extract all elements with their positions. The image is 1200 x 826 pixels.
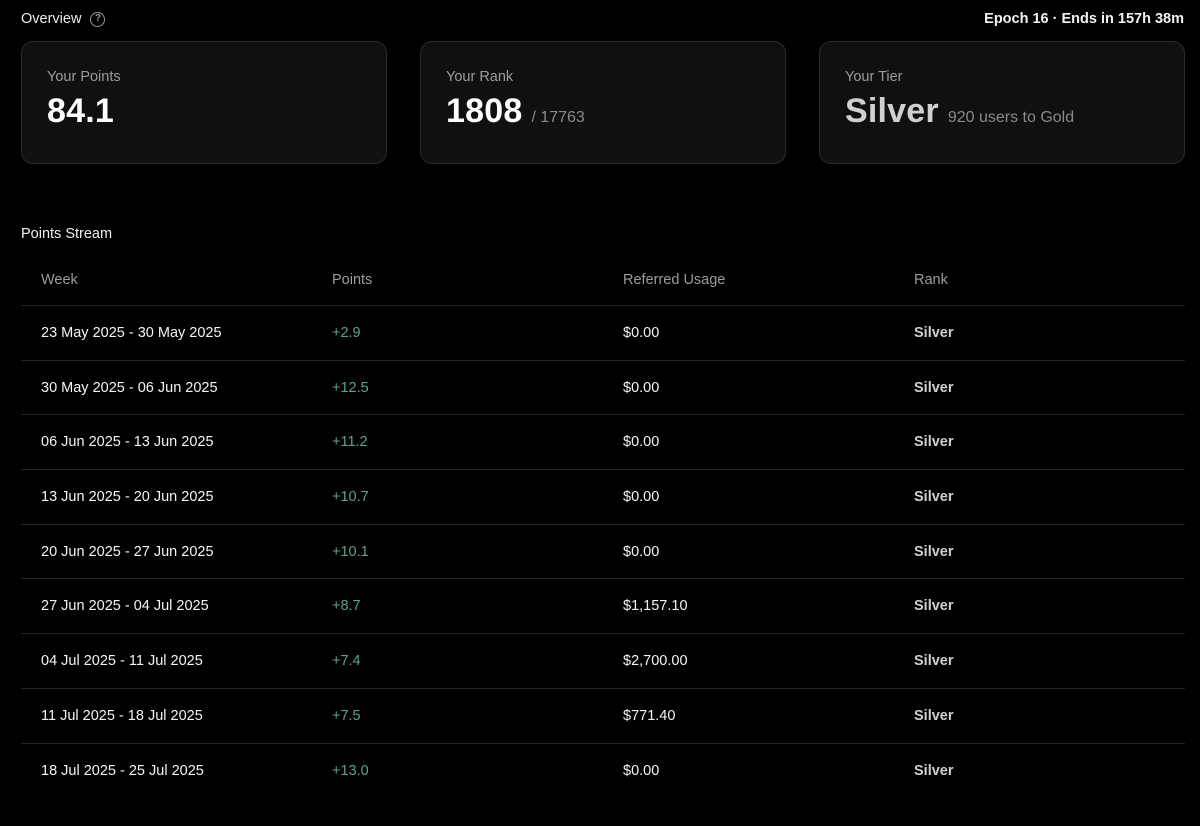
epoch-countdown: Epoch 16 · Ends in 157h 38m	[984, 11, 1184, 27]
rank-cell: Silver	[914, 762, 954, 779]
tier-card: Your Tier Silver 920 users to Gold	[819, 41, 1185, 164]
table-row: 13 Jun 2025 - 20 Jun 2025 +10.7 $0.00 Si…	[21, 470, 1185, 525]
points-stream-title: Points Stream	[21, 226, 113, 242]
week-cell: 30 May 2025 - 06 Jun 2025	[41, 379, 218, 396]
referred-usage-cell: $0.00	[623, 762, 660, 779]
header: Overview ? Epoch 16 · Ends in 157h 38m	[21, 8, 1184, 30]
table-row: 30 May 2025 - 06 Jun 2025 +12.5 $0.00 Si…	[21, 361, 1185, 416]
column-header-referred-usage: Referred Usage	[623, 271, 726, 288]
referred-usage-cell: $0.00	[623, 543, 660, 560]
overview-page: Overview ? Epoch 16 · Ends in 157h 38m Y…	[0, 0, 1200, 826]
table-row: 18 Jul 2025 - 25 Jul 2025 +13.0 $0.00 Si…	[21, 744, 1185, 799]
table-row: 27 Jun 2025 - 04 Jul 2025 +8.7 $1,157.10…	[21, 579, 1185, 635]
points-stream-table: Week Points Referred Usage Rank 23 May 2…	[21, 254, 1185, 798]
rank-cell: Silver	[914, 707, 954, 724]
referred-usage-cell: $2,700.00	[623, 652, 688, 669]
rank-cell: Silver	[914, 488, 954, 505]
referred-usage-cell: $0.00	[623, 488, 660, 505]
points-cell: +13.0	[332, 762, 369, 779]
week-cell: 06 Jun 2025 - 13 Jun 2025	[41, 434, 214, 451]
rank-card: Your Rank 1808 / 17763	[420, 41, 786, 164]
points-cell: +7.4	[332, 652, 361, 669]
week-cell: 11 Jul 2025 - 18 Jul 2025	[41, 707, 203, 724]
table-header: Week Points Referred Usage Rank	[21, 254, 1185, 306]
week-cell: 13 Jun 2025 - 20 Jun 2025	[41, 488, 214, 505]
table-row: 11 Jul 2025 - 18 Jul 2025 +7.5 $771.40 S…	[21, 689, 1185, 744]
tier-value: Silver	[845, 92, 939, 130]
tier-card-label: Your Tier	[845, 69, 903, 85]
week-cell: 18 Jul 2025 - 25 Jul 2025	[41, 762, 204, 779]
help-icon[interactable]: ?	[90, 11, 106, 27]
header-left: Overview ?	[21, 11, 106, 27]
points-cell: +7.5	[332, 707, 361, 724]
rank-cell: Silver	[914, 598, 954, 615]
tier-note: 920 users to Gold	[947, 109, 1075, 126]
week-cell: 27 Jun 2025 - 04 Jul 2025	[41, 598, 209, 615]
column-header-points: Points	[332, 271, 373, 288]
column-header-week: Week	[41, 271, 78, 288]
points-card: Your Points 84.1	[21, 41, 387, 164]
referred-usage-cell: $1,157.10	[623, 598, 688, 615]
column-header-rank: Rank	[914, 271, 948, 288]
rank-cell: Silver	[914, 434, 954, 451]
rank-value-row: 1808 / 17763	[446, 92, 760, 131]
rank-total: / 17763	[531, 109, 585, 126]
rank-cell: Silver	[914, 379, 954, 396]
referred-usage-cell: $0.00	[623, 324, 660, 341]
rank-cell: Silver	[914, 652, 954, 669]
rank-card-label: Your Rank	[446, 69, 514, 85]
referred-usage-cell: $0.00	[623, 379, 660, 396]
referred-usage-cell: $0.00	[623, 434, 660, 451]
points-cell: +8.7	[332, 598, 361, 615]
points-value: 84.1	[47, 92, 114, 130]
week-cell: 23 May 2025 - 30 May 2025	[41, 324, 222, 341]
table-row: 04 Jul 2025 - 11 Jul 2025 +7.4 $2,700.00…	[21, 634, 1185, 689]
points-cell: +11.2	[332, 434, 368, 451]
week-cell: 04 Jul 2025 - 11 Jul 2025	[41, 652, 203, 669]
referred-usage-cell: $771.40	[623, 707, 676, 724]
points-value-row: 84.1	[47, 92, 361, 131]
table-row: 20 Jun 2025 - 27 Jun 2025 +10.1 $0.00 Si…	[21, 525, 1185, 580]
table-row: 06 Jun 2025 - 13 Jun 2025 +11.2 $0.00 Si…	[21, 415, 1185, 471]
rank-cell: Silver	[914, 543, 954, 560]
points-cell: +10.1	[332, 543, 369, 560]
rank-cell: Silver	[914, 324, 954, 341]
rank-value: 1808	[446, 92, 523, 130]
points-cell: +10.7	[332, 488, 369, 505]
table-row: 23 May 2025 - 30 May 2025 +2.9 $0.00 Sil…	[21, 306, 1185, 361]
week-cell: 20 Jun 2025 - 27 Jun 2025	[41, 543, 214, 560]
points-cell: +12.5	[332, 379, 369, 396]
page-title: Overview	[21, 11, 82, 27]
points-cell: +2.9	[332, 324, 361, 341]
stats-cards: Your Points 84.1 Your Rank 1808 / 17763 …	[21, 41, 1185, 164]
tier-value-row: Silver 920 users to Gold	[845, 92, 1159, 131]
points-card-label: Your Points	[47, 69, 121, 85]
